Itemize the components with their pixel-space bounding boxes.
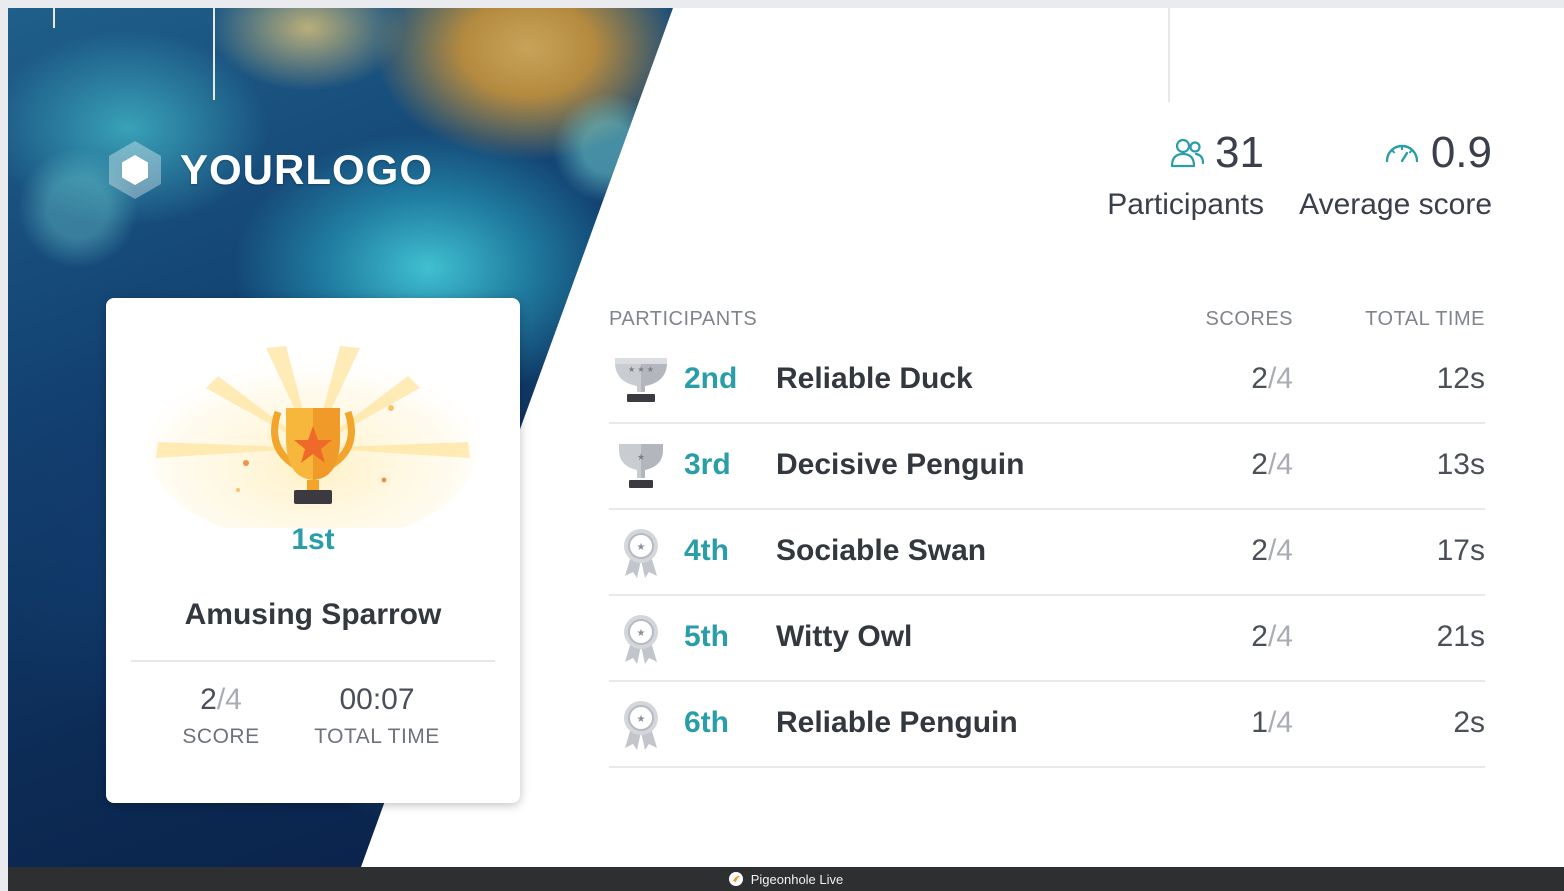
divider <box>131 660 495 662</box>
participants-summary: 31 Participants <box>1107 128 1264 222</box>
silver-trophy-icon: ★ ★ ★ <box>615 358 667 402</box>
winner-score-label: SCORE <box>182 725 260 748</box>
header-scores: SCORES <box>1205 308 1293 330</box>
svg-text:★ ★ ★: ★ ★ ★ <box>628 365 654 374</box>
row-time: 17s <box>1436 534 1485 567</box>
row-time: 2s <box>1453 706 1485 739</box>
svg-text:★: ★ <box>637 542 646 553</box>
footer-label: Pigeonhole Live <box>750 871 844 887</box>
row-time: 21s <box>1436 620 1485 653</box>
users-icon <box>1170 138 1205 168</box>
leaderboard-row: ★ 3rd Decisive Penguin 2/4 13s <box>609 424 1485 510</box>
row-score-value: 1 <box>1251 706 1268 739</box>
row-score-total: /4 <box>1267 534 1293 567</box>
leaderboard-row: ★ 5th Witty Owl 2/4 21s <box>609 596 1485 682</box>
row-score: 2/4 <box>1251 534 1293 568</box>
row-score-total: /4 <box>1267 706 1293 739</box>
footer-bar: Pigeonhole Live <box>8 867 1564 891</box>
row-name: Decisive Penguin <box>776 448 1025 481</box>
row-rank: 6th <box>684 706 729 739</box>
logo-text: YOURLOGO <box>180 146 434 193</box>
row-rank: 3rd <box>684 448 731 481</box>
pigeonhole-logo-icon <box>728 872 743 886</box>
bronze-trophy-icon: ★ <box>619 444 663 488</box>
hexagon-logo-icon <box>109 141 161 199</box>
results-screen: YOURLOGO 1st Amusing Sparrow 2/4 SCORE 0… <box>8 8 1564 867</box>
row-name: Reliable Duck <box>776 362 973 395</box>
average-score-label: Average score <box>1299 188 1492 221</box>
row-rank: 5th <box>684 620 729 653</box>
winner-time-label: TOTAL TIME <box>314 725 440 748</box>
leaderboard: PARTICIPANTS SCORES TOTAL TIME ★ ★ ★ 2nd… <box>609 308 1485 768</box>
gauge-icon <box>1385 144 1419 163</box>
header-participants: PARTICIPANTS <box>609 308 758 330</box>
brand-logo: YOURLOGO <box>106 139 433 201</box>
divider-tick <box>53 8 55 28</box>
row-score-value: 2 <box>1251 534 1268 567</box>
row-rank: 4th <box>684 534 729 567</box>
winner-score-value: 2 <box>200 683 217 716</box>
average-score-summary: 0.9 Average score <box>1299 128 1492 222</box>
leaderboard-header: PARTICIPANTS SCORES TOTAL TIME <box>609 308 1485 338</box>
medal-icon: ★ <box>624 615 658 664</box>
header-total-time: TOTAL TIME <box>1365 308 1485 330</box>
winner-time-value: 00:07 <box>339 683 415 716</box>
row-name: Reliable Penguin <box>776 706 1018 739</box>
leaderboard-row: ★ 4th Sociable Swan 2/4 17s <box>609 510 1485 596</box>
winner-rank: 1st <box>291 523 335 556</box>
winner-score-total: /4 <box>216 683 242 716</box>
row-name: Sociable Swan <box>776 534 987 567</box>
medal-icon: ★ <box>624 529 658 578</box>
row-score: 2/4 <box>1251 448 1293 482</box>
row-score-value: 2 <box>1251 448 1268 481</box>
participants-count: 31 <box>1215 128 1264 177</box>
winner-card: 1st Amusing Sparrow 2/4 SCORE 00:07 TOTA… <box>106 298 520 803</box>
winner-score: 2/4 SCORE <box>176 683 266 749</box>
row-score-value: 2 <box>1251 362 1268 395</box>
winner-name: Amusing Sparrow <box>184 598 442 631</box>
medal-icon: ★ <box>624 701 658 750</box>
row-score-total: /4 <box>1267 448 1293 481</box>
row-name: Witty Owl <box>776 620 913 653</box>
row-score-value: 2 <box>1251 620 1268 653</box>
gold-trophy-icon <box>148 346 478 528</box>
row-time: 12s <box>1436 362 1485 395</box>
divider-tick <box>213 8 215 100</box>
leaderboard-row: ★ 6th Reliable Penguin 1/4 2s <box>609 682 1485 768</box>
svg-text:★: ★ <box>637 452 645 462</box>
average-score-value: 0.9 <box>1430 128 1492 177</box>
row-score-total: /4 <box>1267 362 1293 395</box>
leaderboard-row: ★ ★ ★ 2nd Reliable Duck 2/4 12s <box>609 338 1485 424</box>
winner-time: 00:07 TOTAL TIME <box>302 683 452 749</box>
row-score-total: /4 <box>1267 620 1293 653</box>
participants-label: Participants <box>1107 188 1264 221</box>
svg-text:★: ★ <box>637 628 646 639</box>
divider-tick <box>1168 8 1170 102</box>
svg-text:★: ★ <box>637 714 646 725</box>
row-score: 1/4 <box>1251 706 1293 740</box>
row-score: 2/4 <box>1251 620 1293 654</box>
row-time: 13s <box>1436 448 1485 481</box>
row-score: 2/4 <box>1251 362 1293 396</box>
row-rank: 2nd <box>684 362 738 395</box>
